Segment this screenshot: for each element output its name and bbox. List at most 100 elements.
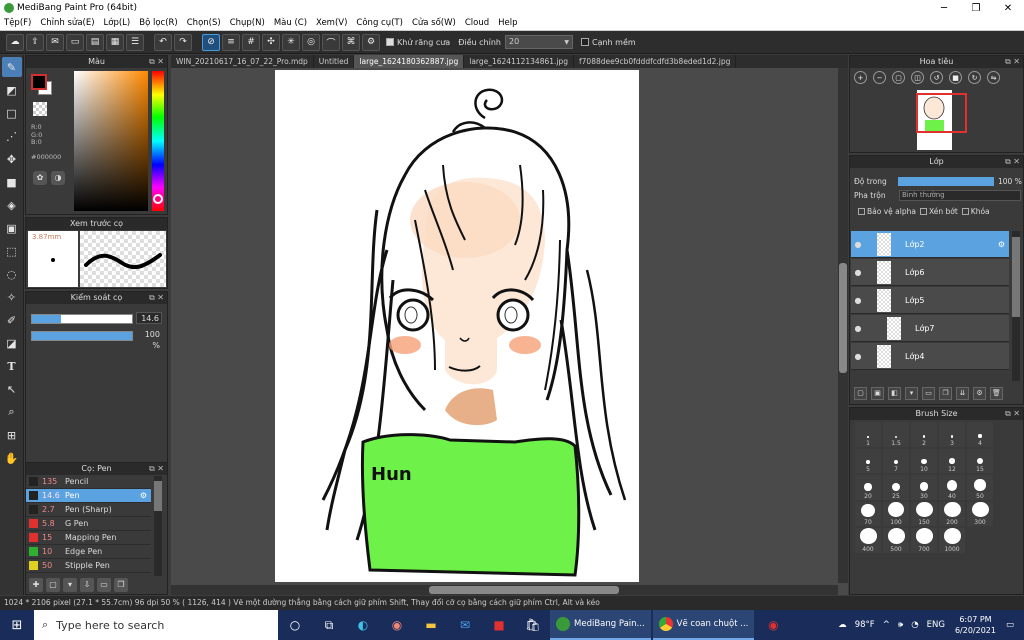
navigator-viewport-frame[interactable] (916, 93, 967, 133)
undo-icon[interactable]: ↶ (154, 33, 172, 51)
visibility-eye-icon[interactable]: ● (851, 240, 865, 249)
layer-row[interactable]: ● Lớp6 (851, 259, 1009, 286)
perspective-snap-icon[interactable]: ⌘ (342, 33, 360, 51)
red-app-icon[interactable]: ◉ (756, 610, 790, 640)
brush-size-option[interactable]: 1.5 (883, 422, 909, 447)
minimize-button[interactable]: ─ (928, 3, 960, 14)
delete-layer-icon[interactable]: 🗑 (990, 387, 1003, 400)
brush-size-option[interactable]: 4 (967, 422, 993, 447)
brush-settings-icon[interactable]: ⚙ (140, 491, 147, 500)
redo-icon[interactable]: ↷ (174, 33, 192, 51)
operation-tool-icon[interactable]: ↖ (2, 379, 22, 399)
windows-start-icon[interactable]: ⊞ (0, 610, 34, 640)
brush-size-option[interactable]: 40 (939, 475, 965, 500)
brush-size-option[interactable]: 12 (939, 448, 965, 473)
brush-size-option[interactable]: 500 (883, 528, 909, 553)
menu-edit[interactable]: Chỉnh sửa(E) (40, 18, 94, 28)
brush-list-item[interactable]: 15 Mapping Pen (26, 531, 151, 545)
menu-filter[interactable]: Bộ lọc(R) (139, 18, 178, 28)
brush-size-value[interactable]: 14.6 (136, 312, 162, 324)
menu-cloud[interactable]: Cloud (465, 18, 489, 28)
brush-folder-icon[interactable]: ▭ (97, 578, 111, 592)
visibility-eye-icon[interactable]: ● (851, 324, 865, 333)
list-icon[interactable]: ☰ (126, 33, 144, 51)
brush-size-option[interactable]: 1 (855, 422, 881, 447)
brush-list-scrollbar[interactable] (154, 476, 162, 576)
smooth-edge-checkbox[interactable]: Cạnh mềm (580, 38, 636, 47)
visibility-eye-icon[interactable]: ● (851, 352, 865, 361)
brush-size-option[interactable]: 400 (855, 528, 881, 553)
taskbar-medibang-app[interactable]: MediBang Pain... (550, 610, 651, 640)
menu-select[interactable]: Chọn(S) (187, 18, 221, 28)
mail-icon[interactable]: ✉ (448, 610, 482, 640)
brush-size-option[interactable]: 3 (939, 422, 965, 447)
brush-size-option[interactable]: 100 (883, 501, 909, 526)
fit-icon[interactable]: ▢ (892, 71, 905, 84)
brush-import-icon[interactable]: ⇩ (80, 578, 94, 592)
curve-snap-icon[interactable]: ⌒ (322, 33, 340, 51)
brush-size-slider[interactable] (31, 314, 133, 324)
tray-chevron-icon[interactable]: ^ (883, 620, 890, 630)
edge-icon[interactable]: ◐ (346, 610, 380, 640)
drawing-canvas[interactable]: Hun (275, 70, 639, 582)
brush-size-option[interactable]: 30 (911, 475, 937, 500)
layer-settings-icon[interactable]: ⚙ (973, 387, 986, 400)
protect-alpha-checkbox[interactable]: Bảo vệ alpha (854, 207, 916, 216)
document-tab[interactable]: f7088dee9cb0fdddfcdfd3b8eded1d2.jpg (574, 55, 737, 68)
brush-list-item[interactable]: 2.7 Pen (Sharp) (26, 503, 151, 517)
document-tab[interactable]: large_1624112134861.jpg (464, 55, 575, 68)
weather-temp[interactable]: 98°F (855, 620, 875, 630)
palette-icon[interactable]: ✿ (33, 171, 47, 185)
clipping-checkbox[interactable]: Xén bớt (916, 207, 958, 216)
document-tab[interactable]: WIN_20210617_16_07_22_Pro.mdp (171, 55, 314, 68)
cortana-icon[interactable]: ○ (278, 610, 312, 640)
taskbar-chrome-app[interactable]: Vẽ coan chuột ... (652, 610, 755, 640)
upload-icon[interactable]: ⇪ (26, 33, 44, 51)
select-pen-icon[interactable]: ✐ (2, 310, 22, 330)
eyedropper-tool-icon[interactable]: ⌕ (2, 402, 22, 422)
menu-capture[interactable]: Chụp(N) (230, 18, 265, 28)
lock-checkbox[interactable]: Khóa (958, 207, 990, 216)
brush-size-option[interactable]: 700 (911, 528, 937, 553)
grid-snap-icon[interactable]: # (242, 33, 260, 51)
cloud-icon[interactable]: ☁ (6, 33, 24, 51)
shape-tool-icon[interactable]: □ (2, 103, 22, 123)
brush-tool-icon[interactable]: ✎ (1, 57, 22, 77)
store-icon[interactable]: 🛍 (516, 610, 550, 640)
transparent-color-swatch[interactable] (33, 102, 47, 116)
new-brush-icon[interactable]: ▢ (46, 578, 60, 592)
new-layer-icon[interactable]: ▢ (854, 387, 867, 400)
gradient-tool-icon[interactable]: ▣ (2, 218, 22, 238)
rotate-right-icon[interactable]: ↻ (968, 71, 981, 84)
canvas-horizontal-scrollbar[interactable] (171, 585, 838, 595)
roblox-icon[interactable]: ■ (482, 610, 516, 640)
brush-list-item[interactable]: 5.8 G Pen (26, 517, 151, 531)
reset-rotation-icon[interactable]: ■ (949, 71, 962, 84)
radial-snap-icon[interactable]: ✳ (282, 33, 300, 51)
brush-list-item[interactable]: 135 Pencil (26, 475, 151, 489)
brush-size-option[interactable]: 10 (911, 448, 937, 473)
menu-view[interactable]: Xem(V) (316, 18, 347, 28)
layer-menu-icon[interactable]: ▾ (905, 387, 918, 400)
notifications-icon[interactable]: ▭ (1006, 620, 1014, 630)
document-icon[interactable]: ▤ (86, 33, 104, 51)
lasso-tool-icon[interactable]: ◌ (2, 264, 22, 284)
layer-row[interactable]: ● Lớp5 (851, 287, 1009, 314)
dot-tool-icon[interactable]: ⋰ (2, 126, 22, 146)
volume-icon[interactable]: 🕪 (898, 620, 903, 630)
layer-opacity-slider[interactable] (898, 176, 994, 186)
menu-layer[interactable]: Lớp(L) (104, 18, 131, 28)
flip-icon[interactable]: ⇋ (987, 71, 1000, 84)
visibility-eye-icon[interactable]: ● (851, 296, 865, 305)
fill-rect-tool-icon[interactable]: ■ (2, 172, 22, 192)
foreground-color-swatch[interactable] (31, 74, 47, 90)
brush-size-option[interactable]: 70 (855, 501, 881, 526)
brush-size-option[interactable]: 7 (883, 448, 909, 473)
adjust-select[interactable]: 20 (504, 35, 573, 49)
brush-size-option[interactable]: 1000 (939, 528, 965, 553)
canvas-area[interactable]: WIN_20210617_16_07_22_Pro.mdp Untitled lar… (171, 55, 848, 595)
brush-size-option[interactable]: 20 (855, 475, 881, 500)
snap-settings-icon[interactable]: ⚙ (362, 33, 380, 51)
visibility-eye-icon[interactable]: ● (851, 268, 865, 277)
hand-tool-icon[interactable]: ✋ (2, 448, 22, 468)
